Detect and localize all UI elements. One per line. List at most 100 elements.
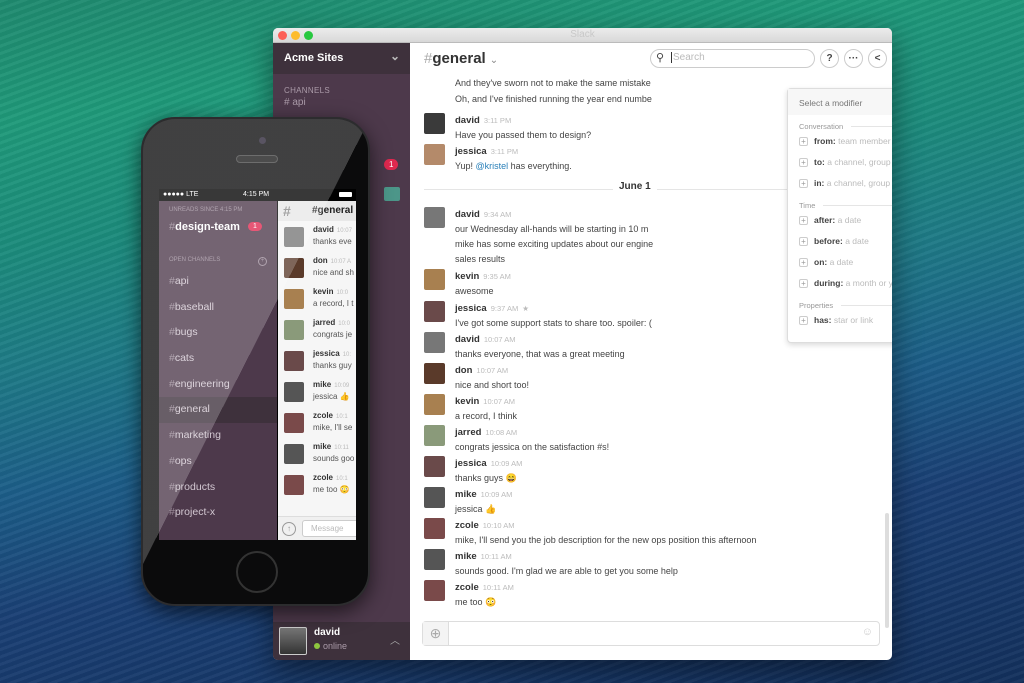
window-title: Slack bbox=[570, 29, 595, 40]
message-timestamp[interactable]: 10:07 AM bbox=[484, 335, 516, 344]
message-input[interactable]: ⊕ ☺ bbox=[422, 621, 880, 646]
modifier-option[interactable]: + from: team member bbox=[788, 131, 892, 152]
plus-icon: + bbox=[799, 137, 808, 146]
modifier-group-label: Time bbox=[788, 201, 892, 210]
message: kevin 10:07 AM a record, I think bbox=[424, 394, 882, 424]
avatar[interactable] bbox=[424, 580, 445, 601]
message-timestamp[interactable]: 10:09 AM bbox=[491, 459, 523, 468]
modifier-option[interactable]: +during: a month or year bbox=[788, 273, 892, 294]
message-author[interactable]: jessica bbox=[455, 458, 487, 469]
team-menu[interactable]: Acme Sites ⌄ bbox=[273, 43, 410, 74]
modifier-option[interactable]: + before: a date bbox=[788, 231, 892, 252]
avatar[interactable] bbox=[424, 363, 445, 384]
message-author[interactable]: zcole bbox=[455, 520, 479, 531]
message-timestamp[interactable]: 10:07 AM bbox=[476, 366, 508, 375]
plus-icon: + bbox=[799, 316, 808, 325]
message-author[interactable]: david bbox=[455, 334, 480, 345]
avatar[interactable] bbox=[424, 301, 445, 322]
plus-icon: + bbox=[799, 158, 808, 167]
message-timestamp[interactable]: 10:07 AM bbox=[483, 397, 515, 406]
modifier-option[interactable]: + has: star or link bbox=[788, 310, 892, 331]
avatar[interactable] bbox=[424, 425, 445, 446]
back-button[interactable]: < bbox=[868, 49, 887, 68]
star-icon[interactable]: ★ bbox=[522, 304, 529, 313]
modifier-group-label: Conversation bbox=[788, 122, 892, 131]
channel-title[interactable]: #general ⌄ bbox=[424, 50, 498, 67]
message-timestamp[interactable]: 3:11 PM bbox=[491, 147, 518, 156]
message-author[interactable]: don bbox=[455, 365, 472, 376]
search-modifier-popup: Select a modifierLearn more Conversation… bbox=[787, 88, 892, 343]
message-timestamp[interactable]: 3:11 PM bbox=[484, 116, 511, 125]
message-timestamp[interactable]: 10:11 AM bbox=[481, 552, 512, 561]
avatar[interactable] bbox=[424, 269, 445, 290]
avatar[interactable] bbox=[424, 394, 445, 415]
message-timestamp[interactable]: 10:09 AM bbox=[481, 490, 513, 499]
screen-glare bbox=[143, 119, 368, 604]
chevron-up-icon[interactable]: ︿ bbox=[390, 632, 400, 647]
avatar[interactable] bbox=[424, 113, 445, 134]
user-mention-link[interactable]: @kristel bbox=[476, 161, 509, 171]
avatar[interactable] bbox=[424, 487, 445, 508]
main-pane: #general ⌄ ⚲ Search ? ··· < And they've sw… bbox=[410, 43, 892, 660]
message: mike 10:09 AM jessica 👍 bbox=[424, 487, 882, 517]
message-author[interactable]: kevin bbox=[455, 271, 479, 282]
plus-icon: + bbox=[799, 258, 808, 267]
scrollbar[interactable] bbox=[885, 513, 889, 628]
modifier-option[interactable]: + on: a date bbox=[788, 252, 892, 273]
message-author[interactable]: zcole bbox=[455, 582, 479, 593]
modifier-option[interactable]: +in: a channel, group or direct message bbox=[788, 173, 892, 194]
message-author[interactable]: jarred bbox=[455, 427, 481, 438]
search-input[interactable]: ⚲ Search bbox=[650, 49, 815, 68]
message-timestamp[interactable]: 10:08 AM bbox=[485, 428, 517, 437]
message-timestamp[interactable]: 9:34 AM bbox=[484, 210, 512, 219]
avatar bbox=[279, 627, 307, 655]
chevron-down-icon: ⌄ bbox=[489, 55, 499, 66]
message-author[interactable]: mike bbox=[455, 489, 477, 500]
message-author[interactable]: mike bbox=[455, 551, 477, 562]
presence-status: online bbox=[314, 641, 347, 651]
team-name: Acme Sites bbox=[284, 52, 344, 64]
message-author[interactable]: jessica bbox=[455, 146, 487, 157]
online-dot-icon bbox=[314, 643, 320, 649]
modifier-option[interactable]: +to: a channel, group or direct message bbox=[788, 152, 892, 173]
avatar[interactable] bbox=[424, 456, 445, 477]
message-author[interactable]: kevin bbox=[455, 396, 479, 407]
avatar[interactable] bbox=[424, 549, 445, 570]
message: mike 10:11 AM sounds good. I'm glad we are… bbox=[424, 549, 882, 579]
message: jessica 10:09 AM thanks guys 😄 bbox=[424, 456, 882, 486]
modifier-group-label: Properties bbox=[788, 301, 892, 310]
more-button[interactable]: ··· bbox=[844, 49, 863, 68]
title-bar: Slack bbox=[273, 28, 892, 43]
plus-icon: + bbox=[799, 237, 808, 246]
chevron-down-icon: ⌄ bbox=[389, 49, 400, 63]
plus-icon[interactable]: ⊕ bbox=[423, 622, 449, 645]
message-author[interactable]: david bbox=[455, 209, 480, 220]
date-divider-label: June 1 bbox=[613, 181, 657, 192]
message: jarred 10:08 AM congrats jessica on the sa… bbox=[424, 425, 882, 455]
user-status-bar[interactable]: david online ︿ bbox=[273, 622, 410, 660]
user-name: david bbox=[314, 627, 341, 638]
sidebar-channel-api[interactable]: # api bbox=[273, 97, 410, 108]
message-timestamp[interactable]: 9:37 AM bbox=[491, 304, 519, 313]
unread-badge: 1 bbox=[384, 159, 399, 170]
emoji-icon[interactable]: ☺ bbox=[862, 626, 873, 638]
search-icon: ⚲ bbox=[656, 52, 665, 64]
message-author[interactable]: jessica bbox=[455, 303, 487, 314]
message-timestamp[interactable]: 10:11 AM bbox=[483, 583, 514, 592]
selected-channel-highlight[interactable] bbox=[384, 187, 400, 201]
avatar[interactable] bbox=[424, 332, 445, 353]
message-author[interactable]: david bbox=[455, 115, 480, 126]
plus-icon: + bbox=[799, 279, 808, 288]
avatar[interactable] bbox=[424, 518, 445, 539]
modifier-option[interactable]: + after: a date bbox=[788, 210, 892, 231]
message: don 10:07 AM nice and short too! bbox=[424, 363, 882, 393]
avatar[interactable] bbox=[424, 144, 445, 165]
message-timestamp[interactable]: 9:35 AM bbox=[483, 272, 511, 281]
channels-heading[interactable]: CHANNELS bbox=[273, 74, 410, 97]
iphone: ●●●●● LTE 4:15 PM UNREADS SINCE 4:15 PM … bbox=[141, 117, 370, 606]
avatar[interactable] bbox=[424, 207, 445, 228]
message-timestamp[interactable]: 10:10 AM bbox=[483, 521, 515, 530]
help-button[interactable]: ? bbox=[820, 49, 839, 68]
message: zcole 10:11 AM me too 😳 bbox=[424, 580, 882, 610]
plus-icon: + bbox=[799, 179, 808, 188]
